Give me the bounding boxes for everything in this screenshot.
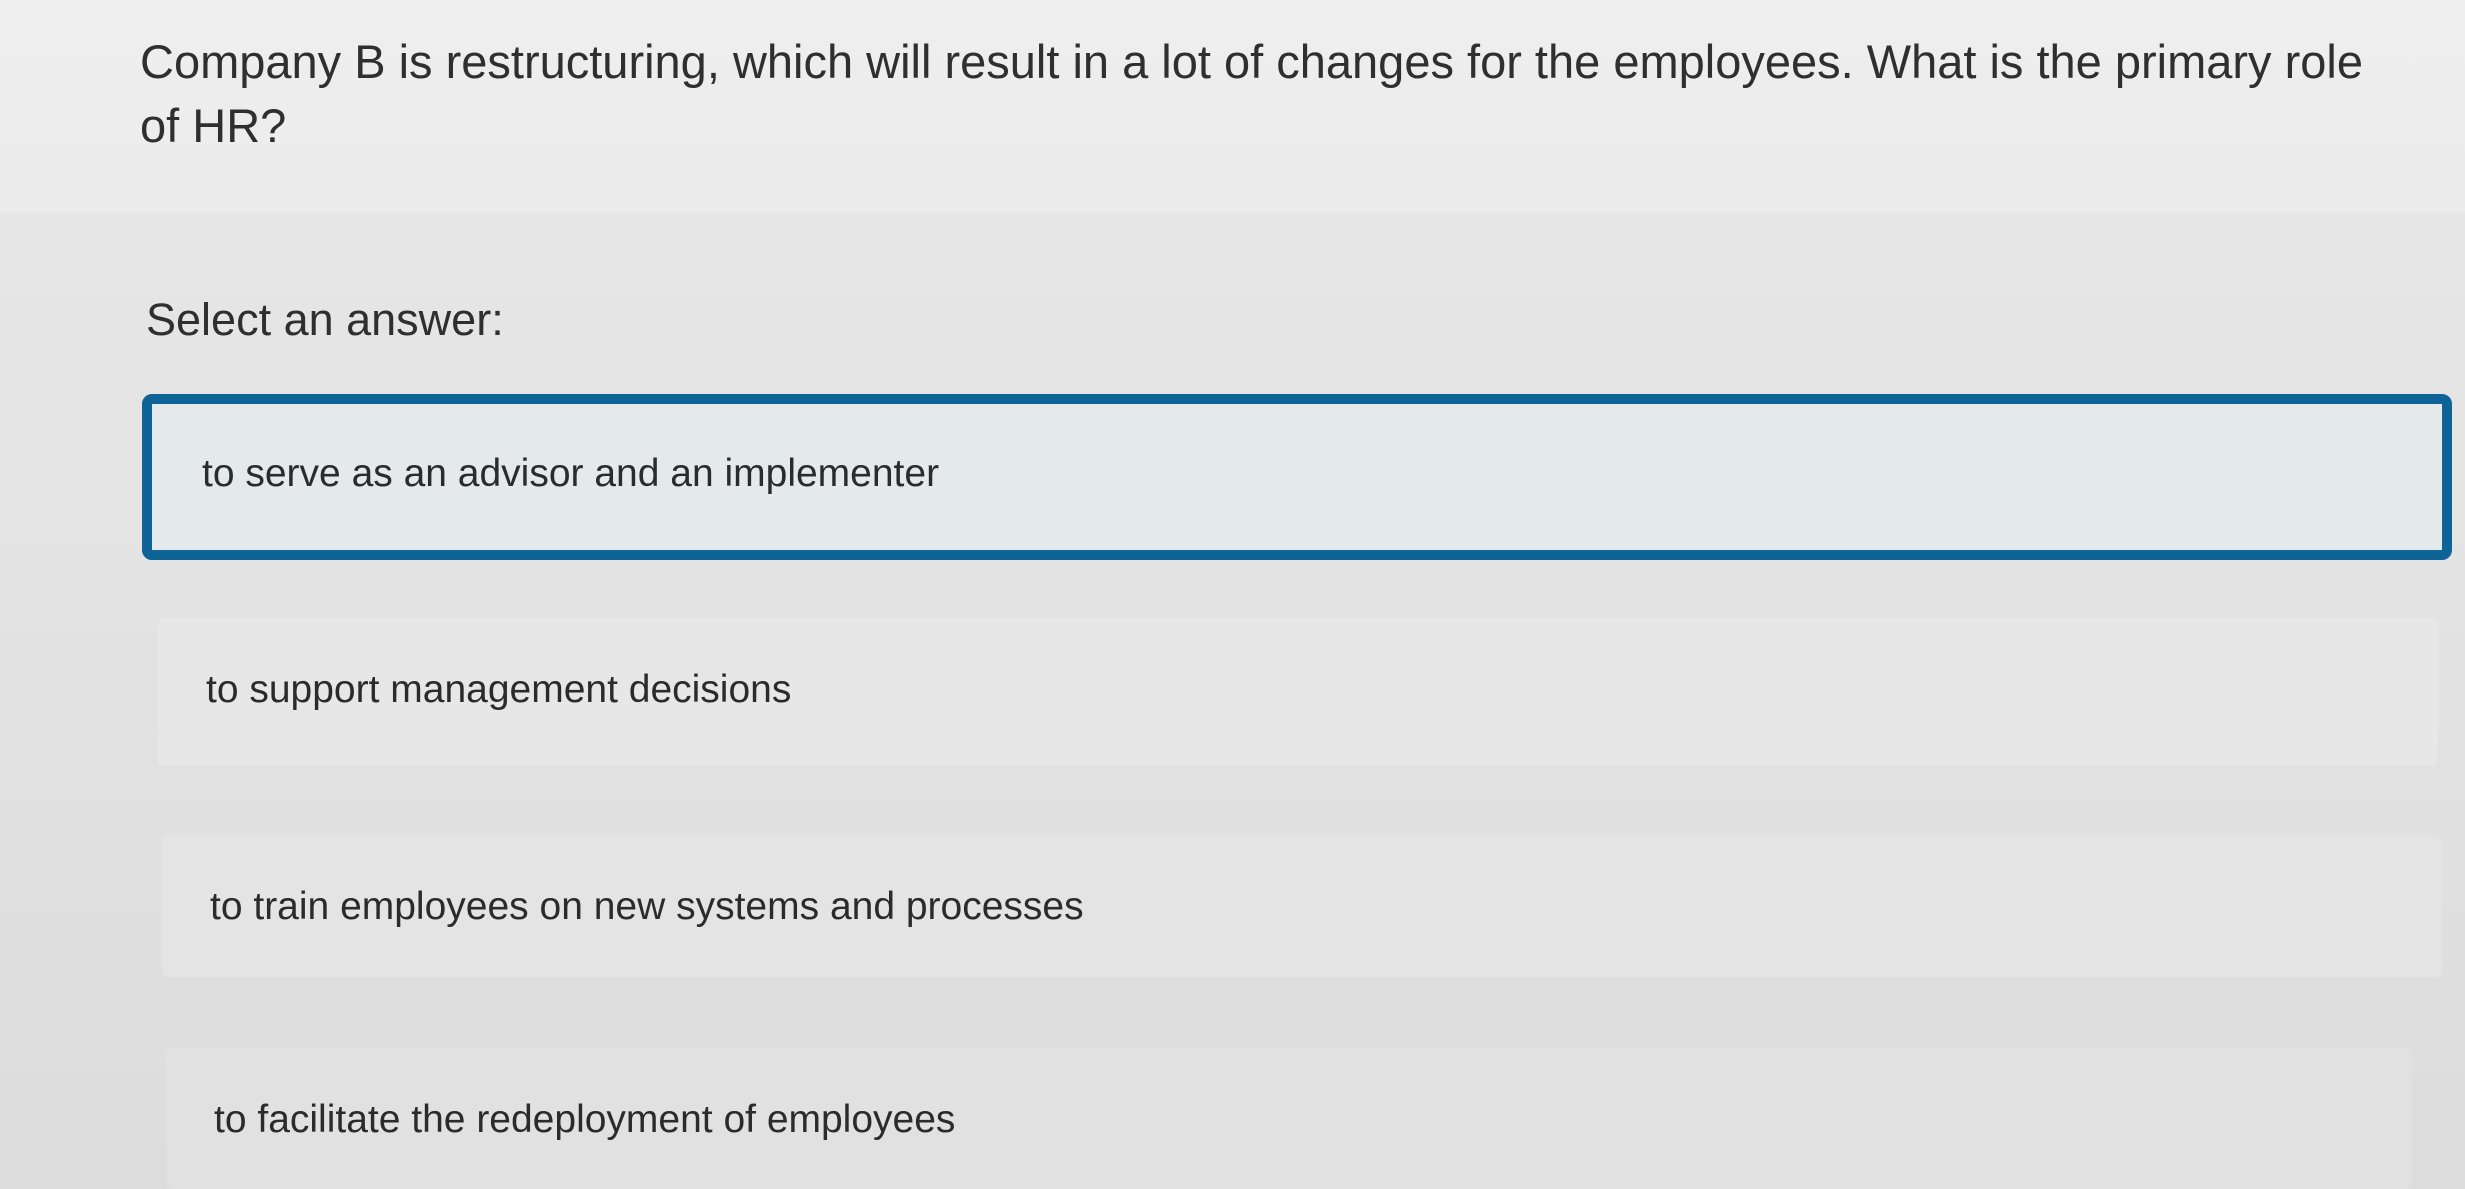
answer-option[interactable]: to train employees on new systems and pr… [162, 835, 2442, 977]
answer-option[interactable]: to facilitate the redeployment of employ… [166, 1048, 2412, 1189]
answer-option-label: to support management decisions [206, 668, 792, 711]
answer-option[interactable]: to support management decisions [158, 618, 2438, 766]
answer-option-label: to facilitate the redeployment of employ… [214, 1098, 956, 1141]
select-answer-prompt: Select an answer: [146, 294, 504, 345]
answer-option-selected[interactable]: to serve as an advisor and an implemente… [142, 394, 2452, 560]
answer-option-label: to serve as an advisor and an implemente… [202, 452, 940, 495]
question-text: Company B is restructuring, which will r… [140, 35, 2363, 152]
answer-option-label: to train employees on new systems and pr… [210, 885, 1084, 928]
